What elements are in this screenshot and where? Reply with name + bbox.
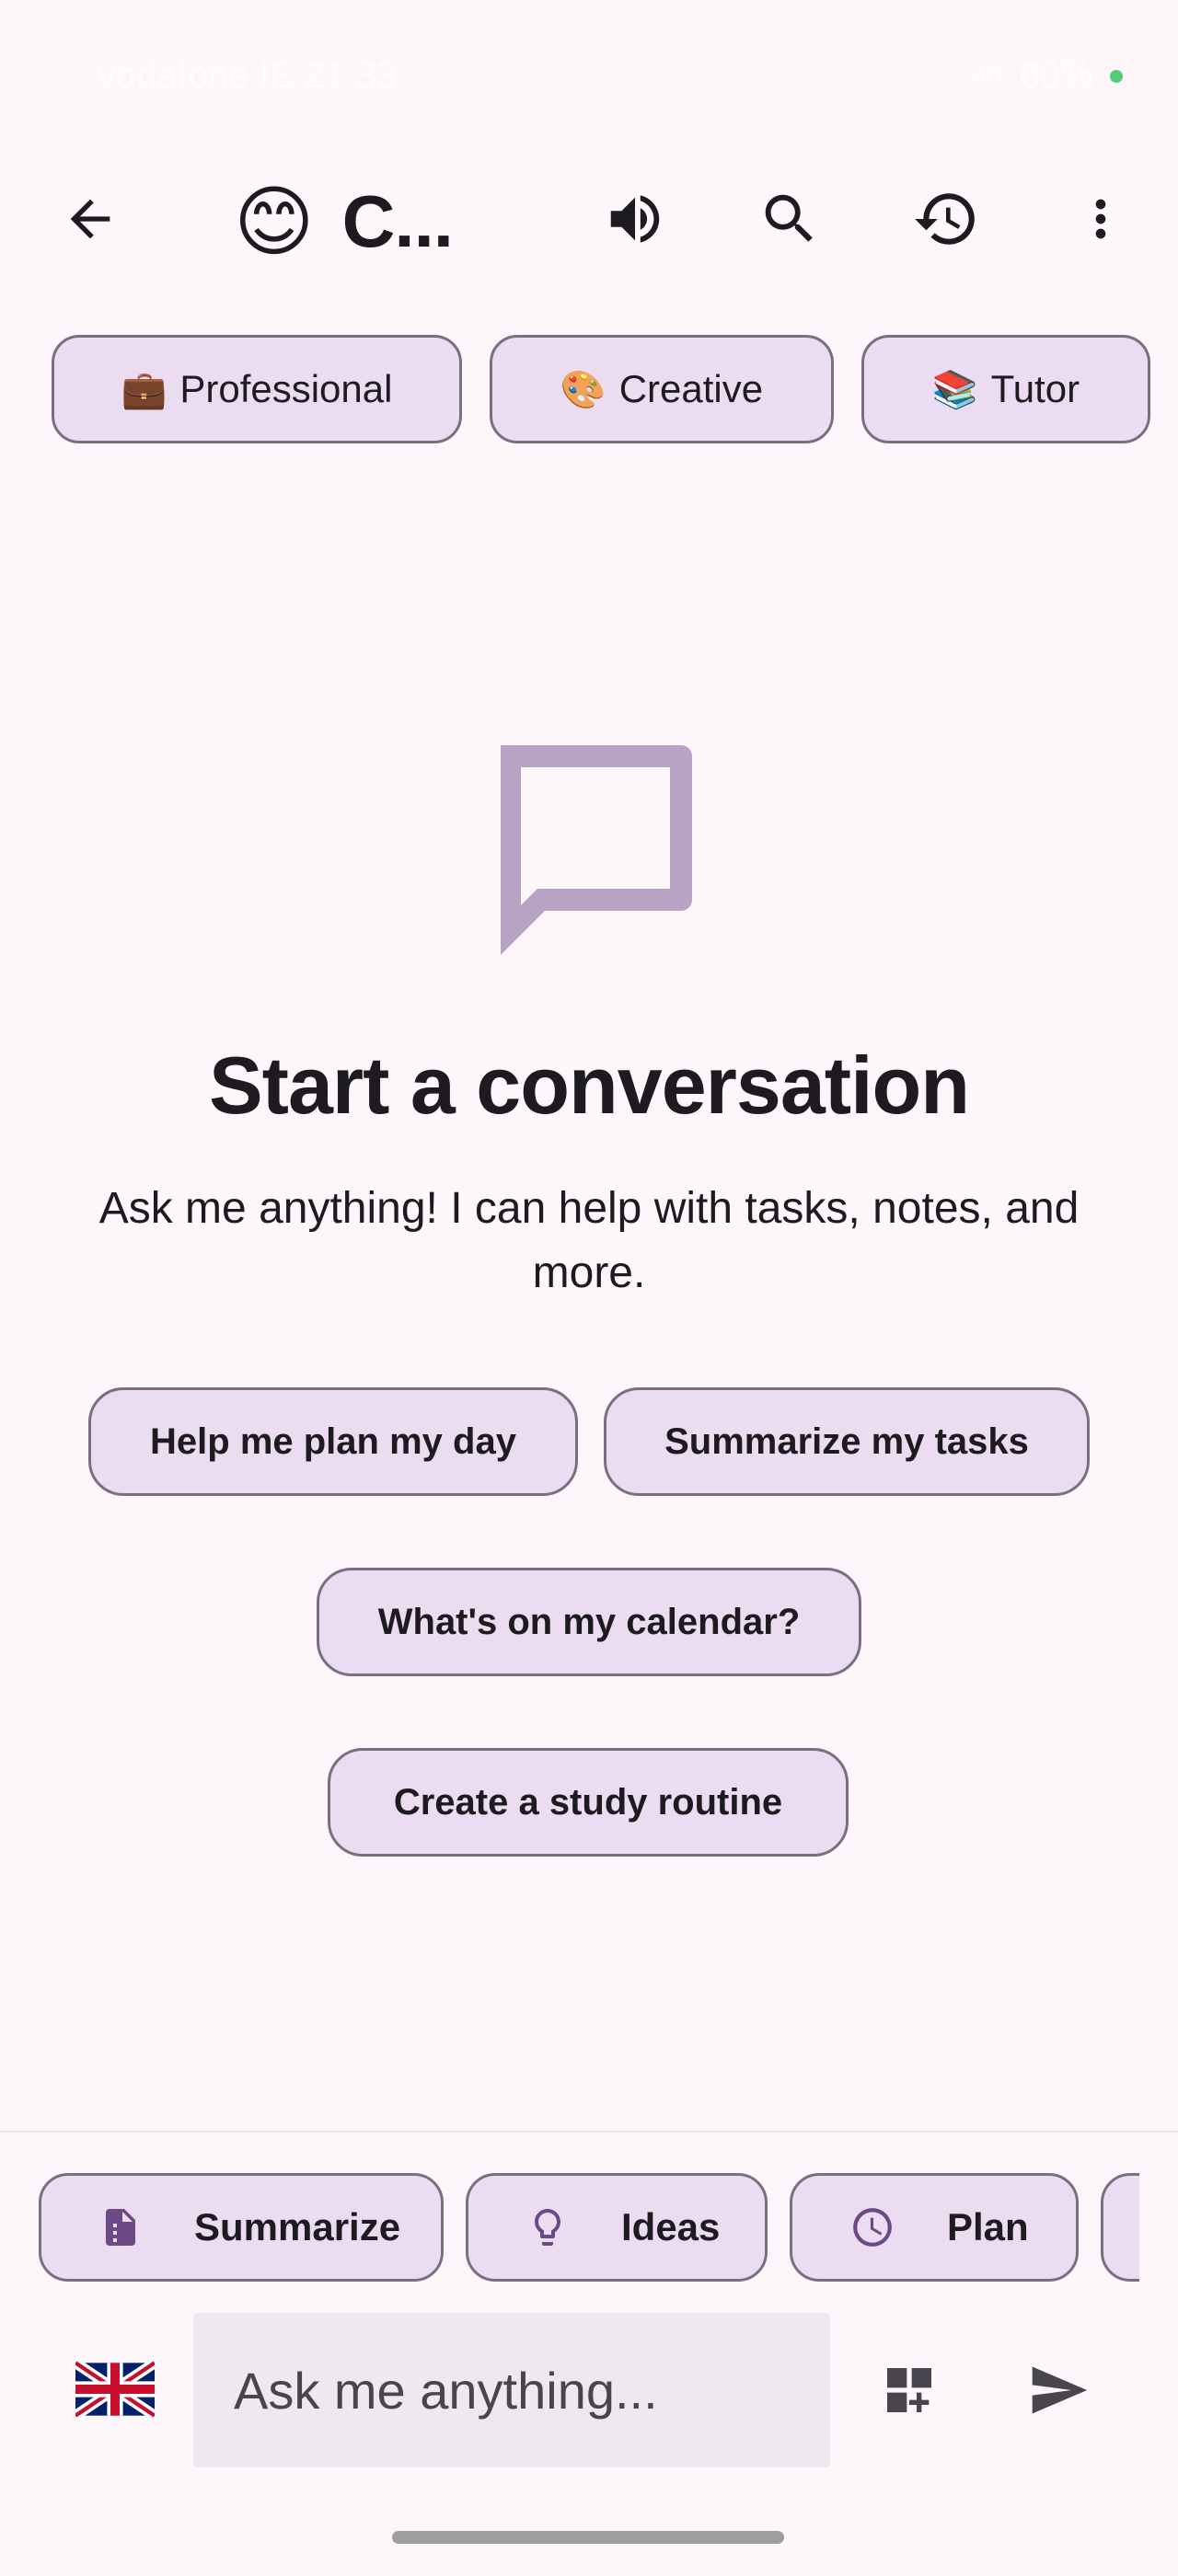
empty-state-title: Start a conversation [208,1040,970,1131]
lightbulb-icon [535,2209,560,2246]
chat-title-text: C... [341,180,454,262]
suggestion-chip[interactable]: Help me plan my day [88,1387,578,1496]
document-icon [106,2209,135,2246]
avatar-emoji: 😊 [234,178,315,265]
status-icons: 4G 60% [974,55,1123,97]
uk-flag-icon[interactable] [75,2359,155,2420]
suggestion-chip[interactable]: Create a study routine [328,1748,849,1857]
persona-selector: 💼 Professional 🎨 Creative 📚 Tutor [52,335,1178,445]
message-composer [0,2313,1178,2471]
more-options-button[interactable] [1064,182,1138,256]
palette-icon: 🎨 [560,369,606,410]
volume-icon [610,195,660,243]
history-icon [915,193,975,245]
top-app-bar: 😊 C... [0,164,1178,274]
carrier-time: vodafone IE 21:33 [98,55,397,96]
search-button[interactable] [753,182,826,256]
composer-panel: Summarize Ideas Plan [0,2131,1178,2576]
quick-action-more[interactable] [1101,2173,1139,2282]
persona-label: Tutor [990,367,1080,410]
persona-label: Creative [618,367,764,410]
history-button[interactable] [909,182,983,256]
clock-icon [853,2208,892,2247]
quick-action-summarize[interactable]: Summarize [39,2173,444,2282]
chat-bubble-icon [501,745,692,955]
quick-actions: Summarize Ideas Plan [39,2173,1139,2283]
status-bar: vodafone IE 21:33 4G 60% [0,0,1178,156]
quick-action-plan[interactable]: Plan [790,2173,1079,2282]
briefcase-icon: 💼 [121,369,167,410]
speaker-button[interactable] [598,182,672,256]
arrow-back-icon [70,199,110,239]
send-icon[interactable] [1022,2359,1095,2421]
persona-label: Professional [179,367,393,410]
battery-label: 60% [1019,55,1093,96]
quick-action-label: Ideas [621,2205,721,2248]
persona-chip-creative[interactable]: 🎨 Creative [490,335,834,443]
chat-title[interactable]: 😊 C... [234,178,454,265]
quick-action-label: Summarize [194,2205,401,2248]
back-button[interactable] [53,182,127,256]
persona-chip-tutor[interactable]: 📚 Tutor [861,335,1150,443]
message-input[interactable] [193,2313,830,2467]
privacy-dot-icon [1110,69,1123,83]
home-indicator[interactable] [392,2531,784,2544]
suggestion-chip[interactable]: Summarize my tasks [604,1387,1090,1496]
grid-add-icon[interactable] [880,2361,939,2420]
search-icon [765,194,813,242]
books-icon: 📚 [931,369,978,410]
quick-action-label: Plan [947,2205,1029,2248]
network-label: 4G [973,63,1003,88]
suggestion-chip[interactable]: What's on my calendar? [317,1568,861,1676]
persona-chip-professional[interactable]: 💼 Professional [52,335,462,443]
more-vert-icon [1095,199,1106,239]
empty-state: Start a conversation Ask me anything! I … [0,736,1178,1305]
quick-action-ideas[interactable]: Ideas [466,2173,768,2282]
empty-state-subtitle: Ask me anything! I can help with tasks, … [98,1184,1080,1297]
